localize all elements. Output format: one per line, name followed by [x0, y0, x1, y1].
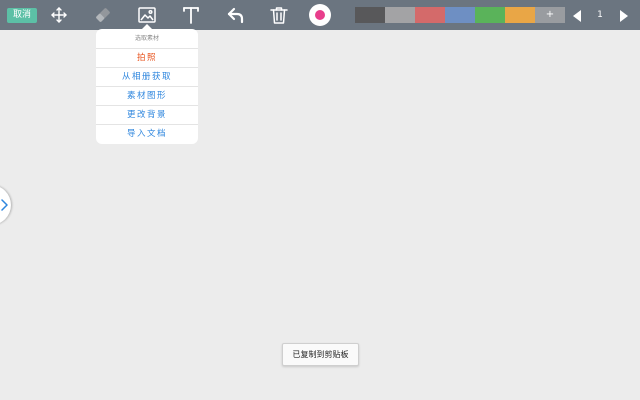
top-toolbar: 取消 + 1 [0, 0, 640, 30]
undo-arrow-icon [227, 7, 244, 24]
color-swatch[interactable] [445, 7, 475, 23]
copied-toast: 已复制到剪贴板 [282, 343, 359, 366]
next-page-button[interactable] [618, 8, 630, 22]
trash-icon [270, 7, 288, 24]
move-tool-button[interactable] [47, 3, 71, 27]
move-arrows-icon [51, 7, 67, 23]
chevron-right-icon [1, 199, 8, 211]
undo-tool-button[interactable] [223, 3, 247, 27]
image-source-menu: 选取素材 拍照 从相册获取 素材图形 更改背景 导入文档 [96, 29, 198, 144]
cancel-button[interactable]: 取消 [7, 8, 37, 23]
color-palette: + [355, 7, 565, 23]
add-color-button[interactable]: + [535, 7, 565, 23]
color-swatch[interactable] [475, 7, 505, 23]
eraser-icon [96, 8, 110, 22]
record-button[interactable] [309, 4, 331, 26]
record-dot-icon [315, 10, 325, 20]
triangle-left-icon [573, 10, 581, 22]
color-swatch[interactable] [355, 7, 385, 23]
menu-item-take-photo[interactable]: 拍照 [96, 48, 198, 67]
menu-item-shapes[interactable]: 素材图形 [96, 86, 198, 105]
previous-page-button[interactable] [571, 8, 583, 22]
menu-title: 选取素材 [134, 35, 159, 42]
menu-item-import-document[interactable]: 导入文档 [96, 124, 198, 143]
text-tool-button[interactable] [179, 3, 203, 27]
side-panel-toggle[interactable] [0, 185, 11, 225]
triangle-right-icon [620, 10, 628, 22]
color-swatch[interactable] [385, 7, 415, 23]
page-number: 1 [597, 10, 603, 20]
text-t-icon [183, 7, 199, 24]
menu-item-from-album[interactable]: 从相册获取 [96, 67, 198, 86]
color-swatch[interactable] [505, 7, 535, 23]
menu-item-change-background[interactable]: 更改背景 [96, 105, 198, 124]
color-swatch[interactable] [415, 7, 445, 23]
delete-tool-button[interactable] [267, 3, 291, 27]
eraser-tool-button[interactable] [91, 3, 115, 27]
